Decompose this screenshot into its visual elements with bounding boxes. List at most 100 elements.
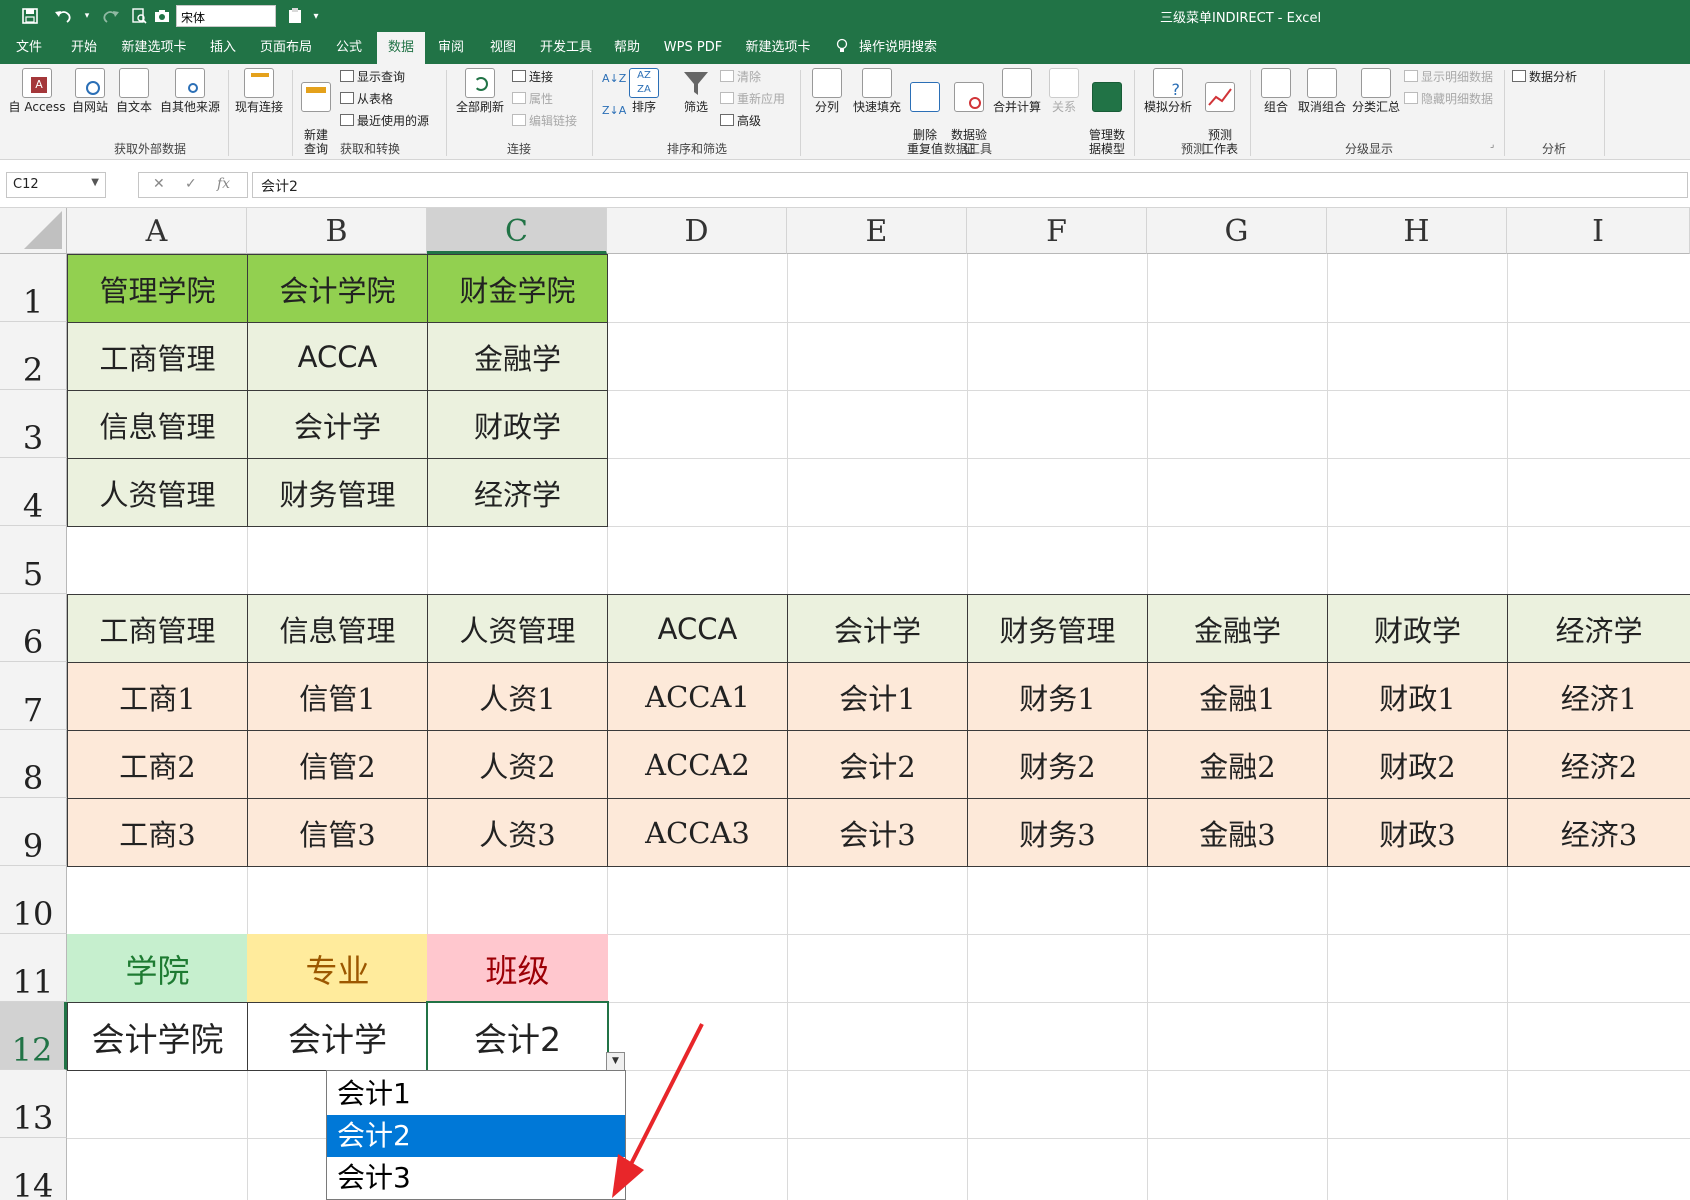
cell-class[interactable]: 会计1 — [787, 662, 968, 731]
tab-data[interactable]: 数据 — [377, 32, 425, 64]
lightbulb-icon[interactable] — [832, 32, 852, 64]
cell-class[interactable]: 财务3 — [967, 798, 1148, 867]
row-header-2[interactable]: 2 — [0, 322, 67, 390]
edit-links-button[interactable]: 编辑链接 — [512, 112, 577, 130]
from-web-button[interactable]: 自网站 — [68, 68, 112, 114]
data-analysis-button[interactable]: 数据分析 — [1512, 68, 1577, 86]
from-other-sources-button[interactable]: 自其他来源 — [156, 68, 224, 114]
cell-major[interactable]: 信息管理 — [67, 390, 248, 459]
cell-major[interactable]: 金融学 — [427, 322, 608, 391]
cell-major-header[interactable]: ACCA — [607, 594, 788, 663]
row-header-8[interactable]: 8 — [0, 730, 67, 798]
column-header-a[interactable]: A — [67, 208, 247, 254]
column-header-c[interactable]: C — [427, 208, 607, 254]
cell-class[interactable]: 财务2 — [967, 730, 1148, 799]
row-header-12[interactable]: 12 — [0, 1002, 67, 1070]
cell-class[interactable]: 财政1 — [1327, 662, 1508, 731]
column-header-f[interactable]: F — [967, 208, 1147, 254]
paste-icon[interactable] — [284, 4, 306, 28]
tab-file[interactable]: 文件 — [10, 32, 48, 64]
text-to-columns-button[interactable]: 分列 — [806, 68, 848, 114]
undo-dropdown-icon[interactable]: ▾ — [80, 4, 94, 28]
cell-selector-value[interactable]: 会计学院 — [67, 1002, 248, 1071]
cell-major[interactable]: 财政学 — [427, 390, 608, 459]
cell-class[interactable]: 会计2 — [787, 730, 968, 799]
cell-class[interactable]: 信管2 — [247, 730, 428, 799]
cell-class[interactable]: 财政2 — [1327, 730, 1508, 799]
cell-class[interactable]: ACCA2 — [607, 730, 788, 799]
cell-class[interactable]: 金融2 — [1147, 730, 1328, 799]
undo-icon[interactable] — [48, 4, 78, 28]
tell-me-search[interactable]: 操作说明搜索 — [856, 32, 940, 64]
column-header-i[interactable]: I — [1507, 208, 1690, 254]
tab-new-2[interactable]: 新建选项卡 — [740, 32, 816, 64]
font-name-box[interactable]: 宋体 — [176, 5, 276, 27]
cell-major-header[interactable]: 人资管理 — [427, 594, 608, 663]
formula-input[interactable]: 会计2 — [252, 172, 1688, 198]
name-box[interactable]: C12 ▼ — [6, 172, 106, 198]
cell-c12-active[interactable]: 会计2 — [427, 1002, 608, 1071]
row-header-11[interactable]: 11 — [0, 934, 67, 1002]
tab-developer[interactable]: 开发工具 — [536, 32, 596, 64]
cancel-icon[interactable]: ✕ — [153, 176, 165, 192]
row-header-9[interactable]: 9 — [0, 798, 67, 866]
cell-class[interactable]: 信管1 — [247, 662, 428, 731]
cell-class[interactable]: 工商1 — [67, 662, 248, 731]
tab-home[interactable]: 开始 — [64, 32, 104, 64]
sort-za-icon[interactable]: Z↓A — [602, 102, 626, 120]
subtotal-button[interactable]: 分类汇总 — [1348, 68, 1404, 114]
cell-major[interactable]: ACCA — [247, 322, 428, 391]
cell-class[interactable]: 经济1 — [1507, 662, 1690, 731]
tab-page-layout[interactable]: 页面布局 — [256, 32, 316, 64]
cell-major[interactable]: 财务管理 — [247, 458, 428, 527]
cell-class[interactable]: 经济2 — [1507, 730, 1690, 799]
dropdown-option[interactable]: 会计1 — [327, 1073, 625, 1115]
tab-formulas[interactable]: 公式 — [330, 32, 368, 64]
cell-college-header[interactable]: 会计学院 — [247, 254, 428, 323]
dropdown-option[interactable]: 会计3 — [327, 1157, 625, 1199]
tab-new-1[interactable]: 新建选项卡 — [116, 32, 192, 64]
cell-class[interactable]: 工商2 — [67, 730, 248, 799]
advanced-filter-button[interactable]: 高级 — [720, 112, 761, 130]
cell-class[interactable]: ACCA3 — [607, 798, 788, 867]
cell-class[interactable]: 信管3 — [247, 798, 428, 867]
connections-button[interactable]: 连接 — [512, 68, 553, 86]
cell-major-header[interactable]: 工商管理 — [67, 594, 248, 663]
cell-class[interactable]: 人资1 — [427, 662, 608, 731]
cell-class[interactable]: 金融1 — [1147, 662, 1328, 731]
row-header-4[interactable]: 4 — [0, 458, 67, 526]
camera-icon[interactable] — [150, 4, 174, 28]
show-queries-button[interactable]: 显示查询 — [340, 68, 405, 86]
select-all-button[interactable] — [0, 208, 67, 254]
row-header-1[interactable]: 1 — [0, 254, 67, 322]
properties-button[interactable]: 属性 — [512, 90, 553, 108]
tab-wps-pdf[interactable]: WPS PDF — [660, 32, 726, 64]
cell-class[interactable]: 工商3 — [67, 798, 248, 867]
cell-class[interactable]: ACCA1 — [607, 662, 788, 731]
consolidate-button[interactable]: 合并计算 — [990, 68, 1044, 114]
tab-view[interactable]: 视图 — [484, 32, 522, 64]
show-detail-button[interactable]: 显示明细数据 — [1404, 68, 1493, 86]
name-box-dropdown-icon[interactable]: ▼ — [91, 177, 99, 188]
sort-az-icon[interactable]: A↓Z — [602, 70, 626, 88]
cell-selector-value[interactable]: 会计学 — [247, 1002, 428, 1071]
column-header-b[interactable]: B — [247, 208, 427, 254]
cell-selector-label[interactable]: 学院 — [67, 934, 248, 1003]
cell-selector-label[interactable]: 班级 — [427, 934, 608, 1003]
refresh-all-button[interactable]: 全部刷新 — [450, 68, 510, 114]
row-header-3[interactable]: 3 — [0, 390, 67, 458]
cell-major-header[interactable]: 经济学 — [1507, 594, 1690, 663]
recent-sources-button[interactable]: 最近使用的源 — [340, 112, 429, 130]
from-table-button[interactable]: 从表格 — [340, 90, 393, 108]
column-header-g[interactable]: G — [1147, 208, 1327, 254]
tab-insert[interactable]: 插入 — [204, 32, 242, 64]
cell-class[interactable]: 经济3 — [1507, 798, 1690, 867]
cell-major-header[interactable]: 财政学 — [1327, 594, 1508, 663]
column-header-d[interactable]: D — [607, 208, 787, 254]
cell-major[interactable]: 经济学 — [427, 458, 608, 527]
cell-class[interactable]: 会计3 — [787, 798, 968, 867]
row-header-10[interactable]: 10 — [0, 866, 67, 934]
ungroup-button[interactable]: 取消组合 — [1294, 68, 1350, 114]
cell-class[interactable]: 人资3 — [427, 798, 608, 867]
relationships-button[interactable]: 关系 — [1044, 68, 1084, 114]
